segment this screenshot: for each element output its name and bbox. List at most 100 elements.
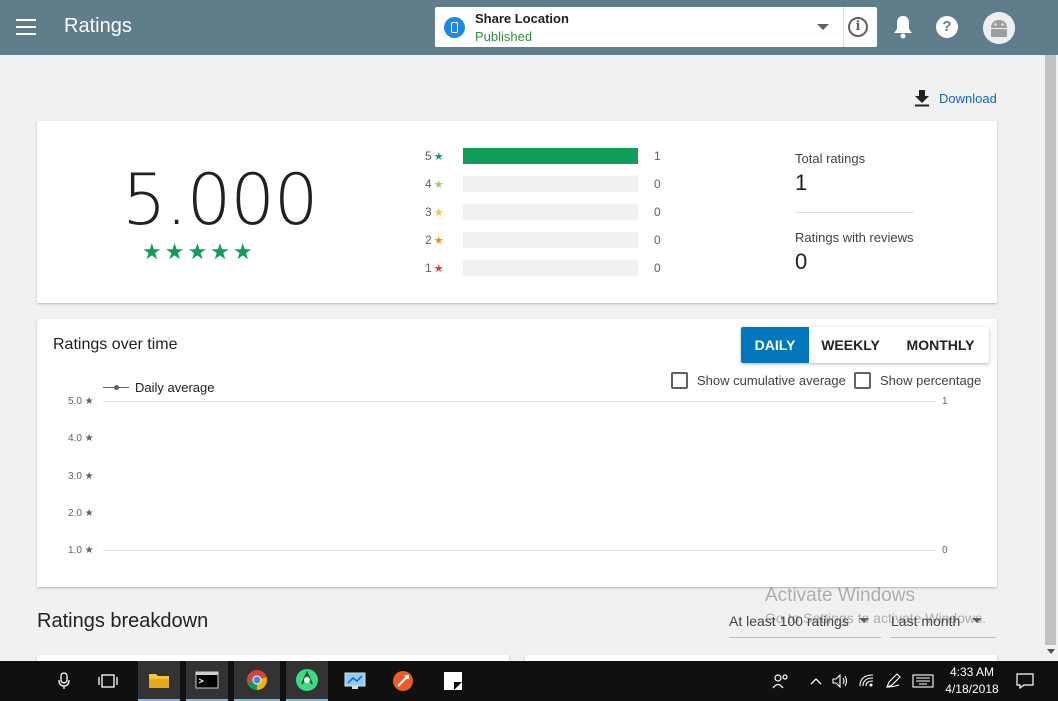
tab-monthly[interactable]: MONTHLY — [892, 327, 989, 363]
people-icon[interactable] — [766, 661, 796, 701]
star-icon: ★ — [433, 235, 444, 247]
tab-daily[interactable]: DAILY — [741, 327, 809, 363]
distribution-count: 0 — [654, 205, 661, 219]
distribution-row-1-star: 1 ★ 0 — [425, 260, 661, 276]
percentage-checkbox[interactable]: Show percentage — [854, 372, 981, 389]
checkbox-icon[interactable] — [854, 372, 871, 389]
gridline — [103, 401, 936, 402]
y-tick-label: 2.0 ★ — [68, 508, 94, 519]
distribution-row-5-star: 5 ★ 1 — [425, 148, 661, 164]
reviews-value: 0 — [795, 249, 808, 274]
average-rating: 5.000 — [122, 159, 318, 241]
chevron-down-icon[interactable] — [817, 24, 829, 30]
star-level-number: 4 — [425, 177, 432, 191]
page-scrollbar[interactable] — [1043, 55, 1058, 661]
star-level-number: 2 — [425, 233, 432, 247]
section-title: Ratings over time — [53, 336, 178, 353]
system-clock[interactable]: 4:33 AM 4/18/2018 — [940, 664, 1004, 698]
page-title: Ratings — [64, 15, 132, 37]
android-studio-icon[interactable] — [286, 661, 328, 701]
wifi-icon[interactable] — [856, 661, 878, 701]
task-view-icon[interactable] — [90, 661, 126, 701]
menu-icon[interactable] — [16, 19, 36, 35]
download-button[interactable]: Download — [913, 89, 997, 107]
app-selector[interactable]: Share Location Published i — [435, 7, 877, 47]
volume-icon[interactable] — [830, 661, 852, 701]
activate-windows-hint: Go to Settings to activate Windows. — [765, 610, 986, 626]
checkbox-label: Show cumulative average — [697, 373, 846, 388]
distribution-bar — [463, 204, 638, 220]
y-right-tick-label: 1 — [942, 396, 948, 407]
avatar[interactable] — [983, 12, 1015, 44]
star-icon: ★ — [433, 151, 444, 163]
ratings-over-time-card: Ratings over time DAILY WEEKLY MONTHLY S… — [37, 319, 997, 587]
star-level-label: 1 ★ — [425, 261, 451, 275]
cumulative-average-checkbox[interactable]: Show cumulative average — [671, 372, 846, 389]
distribution-bar — [463, 148, 638, 164]
distribution-bar-fill — [463, 148, 638, 164]
clock-date: 4/18/2018 — [945, 682, 999, 696]
y-tick-label: 4.0 ★ — [68, 433, 94, 444]
help-icon[interactable]: ? — [936, 16, 958, 38]
distribution-bar — [463, 232, 638, 248]
tab-weekly[interactable]: WEEKLY — [809, 327, 892, 363]
top-app-bar: Ratings Share Location Published i ? — [0, 0, 1058, 55]
star-icon: ★ — [433, 263, 444, 275]
file-explorer-icon[interactable] — [138, 661, 180, 701]
gridline — [103, 550, 936, 551]
star-level-label: 3 ★ — [425, 205, 451, 219]
sticky-notes-icon[interactable] — [432, 661, 474, 701]
activate-windows-watermark: Activate Windows — [765, 585, 915, 606]
divider — [843, 7, 844, 47]
distribution-count: 0 — [654, 233, 661, 247]
distribution-bar — [463, 176, 638, 192]
chart-legend: Daily average — [103, 380, 215, 395]
star-icon: ★ — [433, 207, 444, 219]
ratings-breakdown-title: Ratings breakdown — [37, 610, 209, 632]
reviews-label: Ratings with reviews — [795, 230, 914, 245]
download-label: Download — [939, 90, 997, 106]
notifications-bell-icon[interactable] — [891, 14, 915, 40]
app-name: Share Location — [475, 11, 569, 26]
scroll-down-arrow-icon[interactable] — [1047, 649, 1055, 654]
star-icon: ★ — [433, 179, 444, 191]
star-level-number: 5 — [425, 149, 432, 163]
distribution-row-4-star: 4 ★ 0 — [425, 176, 661, 192]
total-ratings-value: 1 — [795, 170, 808, 195]
average-stars: ★★★★★ — [142, 239, 256, 264]
download-icon — [915, 90, 929, 107]
terminal-icon[interactable] — [186, 661, 228, 701]
divider — [795, 212, 914, 213]
distribution-count: 1 — [654, 149, 661, 163]
keyboard-icon[interactable] — [910, 661, 936, 701]
legend-label: Daily average — [135, 380, 215, 395]
star-level-label: 4 ★ — [425, 177, 451, 191]
windows-taskbar: 4:33 AM 4/18/2018 — [0, 661, 1058, 701]
star-level-label: 5 ★ — [425, 149, 451, 163]
remote-desktop-icon[interactable] — [334, 661, 376, 701]
distribution-bar — [463, 260, 638, 276]
checkbox-icon[interactable] — [671, 372, 688, 389]
info-icon[interactable]: i — [848, 17, 868, 37]
period-toggle: DAILY WEEKLY MONTHLY — [741, 327, 989, 363]
star-level-number: 1 — [425, 261, 432, 275]
ratings-summary-card: 5.000 ★★★★★ 5 ★ 1 4 ★ 0 3 ★ 0 2 ★ 0 1 ★ 0 Total rating… — [37, 121, 997, 303]
chevron-up-icon[interactable] — [806, 661, 826, 701]
scrollbar-thumb[interactable] — [1045, 55, 1056, 645]
clock-time: 4:33 AM — [949, 665, 995, 679]
distribution-row-3-star: 3 ★ 0 — [425, 204, 661, 220]
legend-line-marker — [103, 385, 129, 390]
distribution-count: 0 — [654, 261, 661, 275]
microphone-icon[interactable] — [48, 661, 80, 701]
action-center-icon[interactable] — [1010, 661, 1040, 701]
postman-icon[interactable] — [382, 661, 424, 701]
app-status: Published — [475, 29, 533, 44]
chrome-icon[interactable] — [234, 661, 280, 701]
distribution-count: 0 — [654, 177, 661, 191]
y-tick-label: 1.0 ★ — [68, 545, 94, 556]
app-icon — [444, 17, 465, 38]
star-level-label: 2 ★ — [425, 233, 451, 247]
pen-icon[interactable] — [882, 661, 904, 701]
y-tick-label: 3.0 ★ — [68, 471, 94, 482]
y-right-tick-label: 0 — [942, 545, 948, 556]
